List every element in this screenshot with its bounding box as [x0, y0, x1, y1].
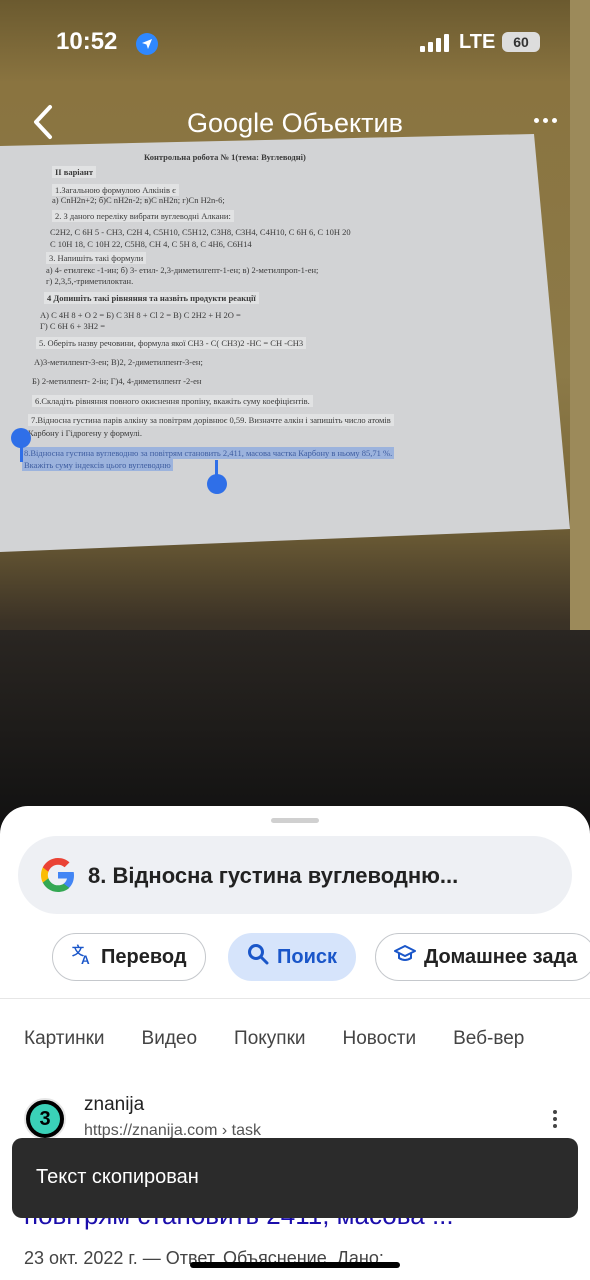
doc-line: C2H2, C 6H 5 - CH3, C2H 4, C5H10, C5H12,… [50, 227, 351, 237]
selection-end-handle[interactable] [207, 474, 227, 494]
divider [0, 998, 590, 999]
homework-chip-label: Домашнее зада [424, 945, 578, 968]
floor-shadow [0, 630, 590, 830]
tab-news[interactable]: Новости [343, 1028, 417, 1050]
toast-message: Текст скопирован [36, 1166, 199, 1188]
doc-line: а) 4- етилгекс -1-ин; б) 3- етил- 2,3-ди… [46, 265, 319, 275]
cellular-signal-icon [420, 34, 449, 52]
clock: 10:52 [56, 28, 118, 55]
network-type: LTE [459, 31, 496, 53]
search-query-text: 8. Відносна густина вуглеводню... [88, 863, 459, 888]
scanned-document: Контрольна робота № 1(тема: Вуглеводні) … [0, 134, 570, 552]
result-type-tabs: Картинки Видео Покупки Новости Веб-вер [24, 1028, 524, 1050]
google-logo-icon [40, 857, 76, 893]
doc-line: 3. Напишіть такі формули [46, 252, 147, 264]
doc-line: А)3-метилпент-3-ен; В)2, 2-диметилпент-3… [34, 357, 203, 367]
more-options-icon[interactable] [534, 118, 557, 123]
svg-text:A: A [81, 953, 90, 965]
copied-toast: Текст скопирован [12, 1138, 578, 1218]
tab-shopping[interactable]: Покупки [234, 1028, 305, 1050]
selected-text-line[interactable]: Вкажіть суму індексів цього вуглеводню [22, 459, 173, 471]
doc-line: 5. Оберіть назву речовини, формула якої … [36, 337, 307, 349]
doc-line: г) 2,3,5,-триметилоктан. [46, 276, 134, 286]
doc-line: 4 Допишіть такі рівняння та назвіть прод… [44, 292, 259, 304]
search-icon [247, 943, 269, 971]
search-chip[interactable]: Поиск [228, 933, 357, 981]
selected-text-line[interactable]: 8.Відносна густина вуглеводню за повітря… [22, 447, 395, 459]
home-indicator[interactable] [190, 1262, 400, 1268]
wall-background [570, 0, 590, 700]
doc-line: Карбону і Гідрогену у формулі. [28, 428, 142, 438]
search-query-box[interactable]: 8. Відносна густина вуглеводню... [18, 836, 572, 914]
site-favicon: 3 [24, 1098, 66, 1140]
doc-line: Б) 2-метилпент- 2-ін; Г)4, 4-диметилпент… [32, 376, 202, 386]
tab-web[interactable]: Веб-вер [453, 1028, 524, 1050]
sheet-drag-handle[interactable] [271, 818, 319, 823]
doc-line: Г) C 6H 6 + 3H2 = [40, 321, 106, 331]
result-site-name: znanija [84, 1094, 145, 1115]
doc-title: Контрольна робота № 1(тема: Вуглеводні) [144, 152, 306, 162]
location-arrow-icon [136, 33, 158, 55]
doc-line: C 10H 18, C 10H 22, C5H8, CH 4, C 5H 8, … [50, 239, 252, 249]
battery-icon: 60 [502, 32, 540, 52]
doc-line: 7.Відносна густина парів алкіну за повіт… [28, 414, 394, 426]
translate-chip[interactable]: 文A Перевод [52, 933, 206, 981]
translate-icon: 文A [71, 943, 93, 971]
result-more-icon[interactable] [553, 1110, 557, 1128]
doc-variant: II варіант [52, 166, 96, 178]
doc-line: 2. З даного переліку вибрати вуглеводні … [52, 210, 234, 222]
doc-line: а) CnH2n+2; б)C nH2n-2; в)C nH2n; г)Cn H… [52, 195, 225, 205]
graduation-cap-icon [394, 943, 416, 971]
search-chip-label: Поиск [277, 945, 338, 968]
doc-line: А) C 4H 8 + O 2 = Б) C 3H 8 + Cl 2 = В) … [40, 310, 241, 320]
tab-videos[interactable]: Видео [142, 1028, 198, 1050]
selection-start-handle[interactable] [11, 428, 31, 448]
translate-chip-label: Перевод [101, 945, 187, 968]
homework-chip[interactable]: Домашнее зада [375, 933, 590, 981]
page-title: Google Объектив [187, 108, 403, 138]
tab-images[interactable]: Картинки [24, 1028, 105, 1050]
status-bar: 10:52 LTE 60 [0, 28, 590, 60]
doc-line: 6.Складіть рівняння повного окиснення пр… [32, 395, 313, 407]
